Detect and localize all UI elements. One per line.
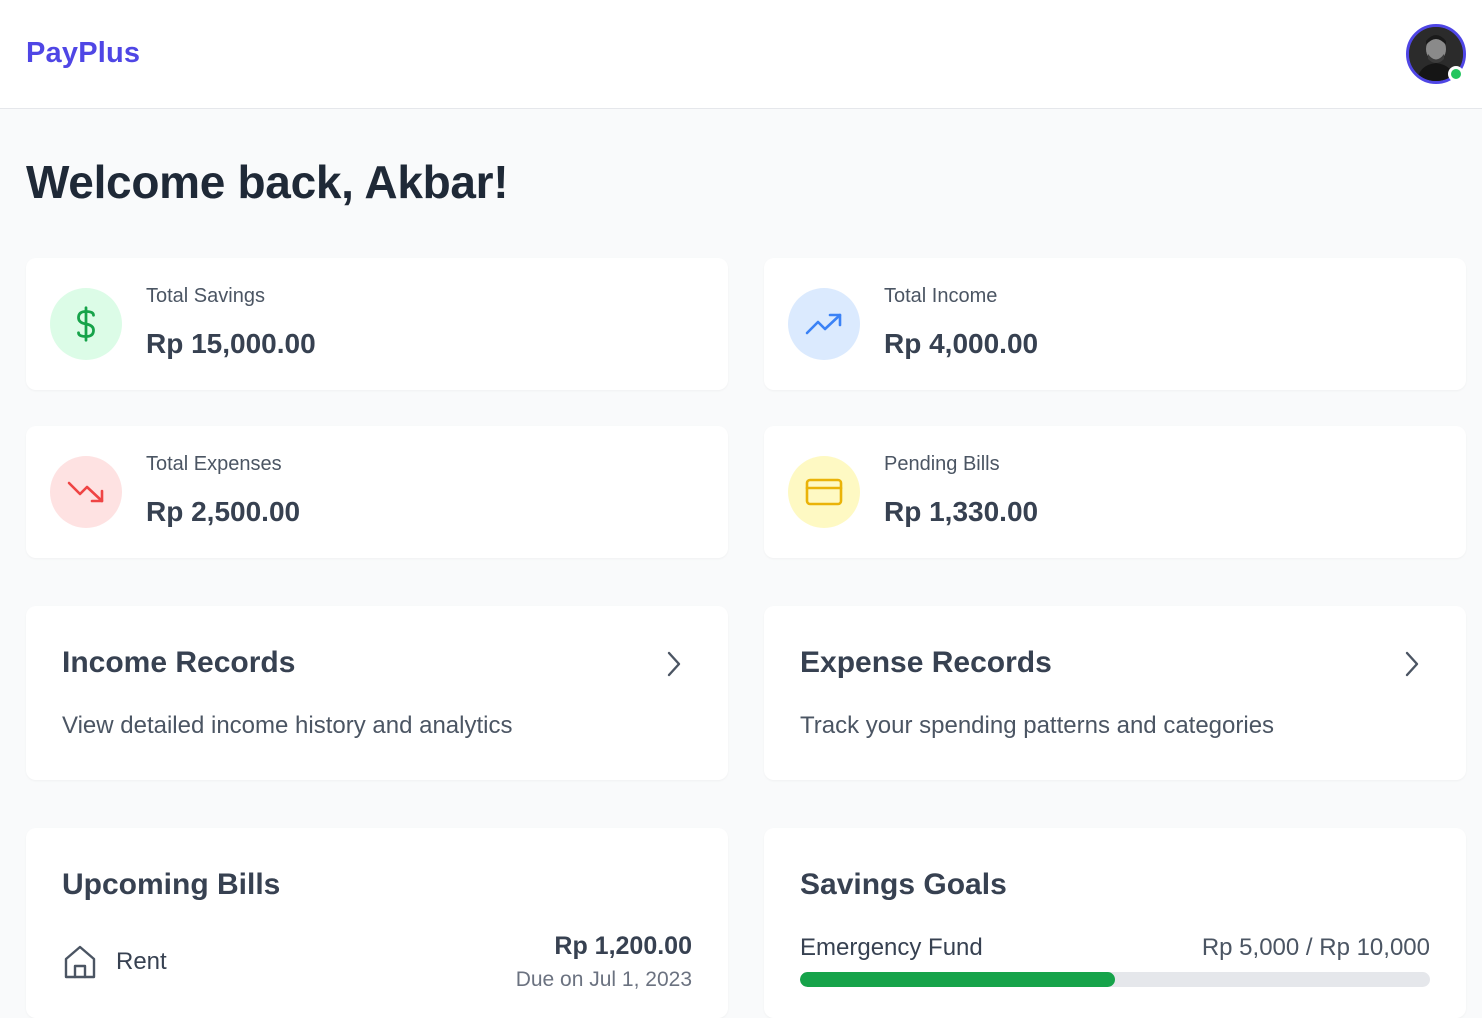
stat-value: Rp 4,000.00	[884, 328, 1039, 359]
trending-up-icon	[788, 288, 860, 360]
section-title: Savings Goals	[800, 868, 1007, 901]
stat-value: Rp 1,330.00	[884, 496, 1039, 527]
chevron-right-icon	[1405, 651, 1419, 677]
stat-value: Rp 2,500.00	[146, 496, 301, 527]
stat-label: Total Income	[884, 285, 998, 307]
trending-down-icon	[50, 456, 122, 528]
stat-label: Pending Bills	[884, 453, 1000, 475]
savings-goals-card: Savings Goals Emergency Fund Rp 5,000 / …	[764, 828, 1466, 1018]
stat-card-pending-bills: Pending Bills Rp 1,330.00	[764, 426, 1466, 558]
welcome-heading: Welcome back, Akbar!	[26, 156, 509, 208]
top-bar: PayPlus	[0, 0, 1482, 109]
stat-card-total-savings: Total Savings Rp 15,000.00	[26, 258, 728, 390]
stat-card-total-expenses: Total Expenses Rp 2,500.00	[26, 426, 728, 558]
section-title: Upcoming Bills	[62, 868, 281, 901]
upcoming-bills-card: Upcoming Bills Rent Rp 1,200.00 Due on J…	[26, 828, 728, 1018]
income-records-card[interactable]: Income Records View detailed income hist…	[26, 606, 728, 780]
stat-label: Total Expenses	[146, 453, 282, 475]
card-description: Track your spending patterns and categor…	[800, 712, 1275, 739]
home-icon	[64, 945, 96, 979]
stat-value: Rp 15,000.00	[146, 328, 316, 359]
goal-name: Emergency Fund	[800, 934, 983, 961]
dollar-icon	[50, 288, 122, 360]
goal-progress-fill	[800, 972, 1115, 987]
stat-card-total-income: Total Income Rp 4,000.00	[764, 258, 1466, 390]
card-title: Expense Records	[800, 646, 1052, 679]
stat-label: Total Savings	[146, 285, 265, 307]
credit-card-icon	[788, 456, 860, 528]
goal-values: Rp 5,000 / Rp 10,000	[1201, 934, 1430, 961]
bill-name: Rent	[116, 948, 167, 975]
online-status-dot	[1448, 66, 1464, 82]
brand-logo[interactable]: PayPlus	[26, 37, 140, 70]
goal-progress-bar	[800, 972, 1430, 987]
bill-amount: Rp 1,200.00	[554, 932, 692, 960]
chevron-right-icon	[667, 651, 681, 677]
expense-records-card[interactable]: Expense Records Track your spending patt…	[764, 606, 1466, 780]
bill-due-date: Due on Jul 1, 2023	[515, 968, 692, 991]
card-description: View detailed income history and analyti…	[62, 712, 513, 739]
card-title: Income Records	[62, 646, 296, 679]
